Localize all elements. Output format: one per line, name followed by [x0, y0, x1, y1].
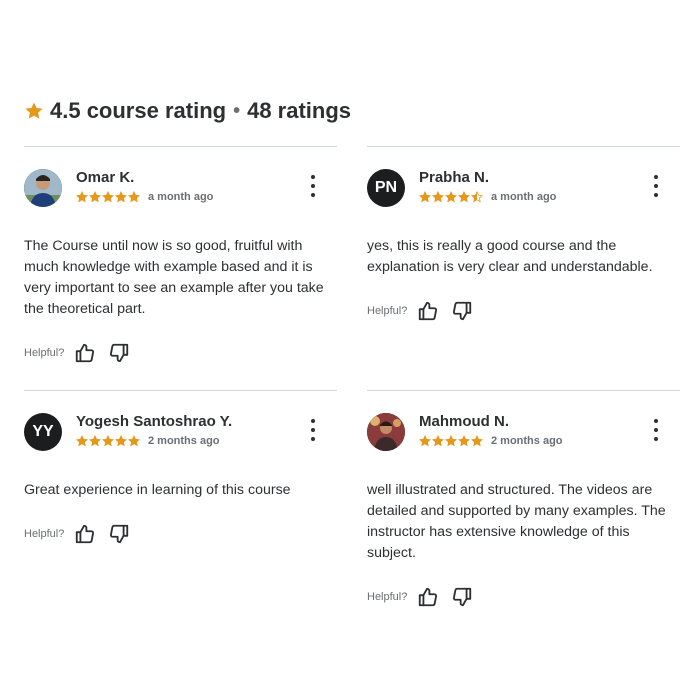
- more-options-icon[interactable]: [309, 175, 317, 197]
- avatar: [367, 413, 405, 451]
- divider: [367, 390, 680, 391]
- star-full-icon: [89, 435, 101, 447]
- helpful-row: Helpful?: [367, 586, 680, 608]
- reviewer-name: Omar K.: [76, 169, 135, 186]
- avatar-photo: [367, 413, 405, 451]
- star-rating: [76, 435, 140, 447]
- review-time: 2 months ago: [491, 435, 563, 447]
- star-full-icon: [128, 435, 140, 447]
- review-card: Omar K. a month ago The Course until now…: [24, 146, 337, 364]
- review-time: 2 months ago: [148, 435, 220, 447]
- star-full-icon: [102, 435, 114, 447]
- avatar-photo: [24, 169, 62, 207]
- avatar: [24, 169, 62, 207]
- star-full-icon: [445, 191, 457, 203]
- thumbs-up-icon[interactable]: [74, 342, 96, 364]
- helpful-label: Helpful?: [24, 347, 65, 359]
- star-full-icon: [128, 191, 140, 203]
- more-options-icon[interactable]: [652, 419, 660, 441]
- review-text: The Course until now is so good, fruitfu…: [24, 238, 324, 317]
- review-text: yes, this is really a good course and th…: [367, 238, 653, 275]
- star-full-icon: [419, 435, 431, 447]
- review-time: a month ago: [148, 191, 214, 203]
- star-full-icon: [76, 191, 88, 203]
- review-text: well illustrated and structured. The vid…: [367, 482, 666, 561]
- star-full-icon: [76, 435, 88, 447]
- thumbs-down-icon[interactable]: [451, 300, 473, 322]
- helpful-row: Helpful?: [367, 300, 680, 322]
- star-rating: [419, 191, 483, 203]
- star-rating: [419, 435, 483, 447]
- star-full-icon: [471, 435, 483, 447]
- star-full-icon: [445, 435, 457, 447]
- star-half-icon: [471, 191, 483, 203]
- avatar: PN: [367, 169, 405, 207]
- review-text: Great experience in learning of this cou…: [24, 482, 291, 498]
- thumbs-down-icon[interactable]: [108, 523, 130, 545]
- helpful-row: Helpful?: [24, 342, 337, 364]
- divider: [24, 146, 337, 147]
- course-rating-text: 4.5 course rating: [50, 98, 227, 123]
- divider: [24, 390, 337, 391]
- divider: [367, 146, 680, 147]
- star-icon: [25, 102, 43, 119]
- review-card: Mahmoud N. 2 months ago well illustrated…: [367, 390, 680, 608]
- review-card: PN Prabha N. a month ago yes, this is re…: [367, 146, 680, 322]
- star-full-icon: [115, 191, 127, 203]
- star-full-icon: [432, 435, 444, 447]
- reviewer-name: Prabha N.: [419, 169, 490, 186]
- thumbs-up-icon[interactable]: [417, 300, 439, 322]
- helpful-row: Helpful?: [24, 523, 337, 545]
- helpful-label: Helpful?: [24, 528, 65, 540]
- helpful-label: Helpful?: [367, 591, 408, 603]
- thumbs-down-icon[interactable]: [108, 342, 130, 364]
- star-full-icon: [102, 191, 114, 203]
- star-full-icon: [458, 191, 470, 203]
- star-full-icon: [89, 191, 101, 203]
- star-full-icon: [432, 191, 444, 203]
- review-card: YY Yogesh Santoshrao Y. 2 months ago Gre…: [24, 390, 337, 545]
- star-rating: [76, 191, 140, 203]
- avatar: YY: [24, 413, 62, 451]
- rating-summary: 4.5 course rating • 48 ratings: [24, 96, 351, 126]
- helpful-label: Helpful?: [367, 305, 408, 317]
- star-full-icon: [419, 191, 431, 203]
- thumbs-up-icon[interactable]: [74, 523, 96, 545]
- thumbs-up-icon[interactable]: [417, 586, 439, 608]
- thumbs-down-icon[interactable]: [451, 586, 473, 608]
- review-time: a month ago: [491, 191, 557, 203]
- star-full-icon: [115, 435, 127, 447]
- reviews-page: 4.5 course rating • 48 ratings Omar K. a…: [0, 0, 694, 694]
- more-options-icon[interactable]: [309, 419, 317, 441]
- star-full-icon: [458, 435, 470, 447]
- reviewer-name: Mahmoud N.: [419, 413, 509, 430]
- separator-dot: •: [233, 99, 241, 122]
- more-options-icon[interactable]: [652, 175, 660, 197]
- reviewer-name: Yogesh Santoshrao Y.: [76, 413, 233, 430]
- ratings-count: 48 ratings: [247, 98, 352, 123]
